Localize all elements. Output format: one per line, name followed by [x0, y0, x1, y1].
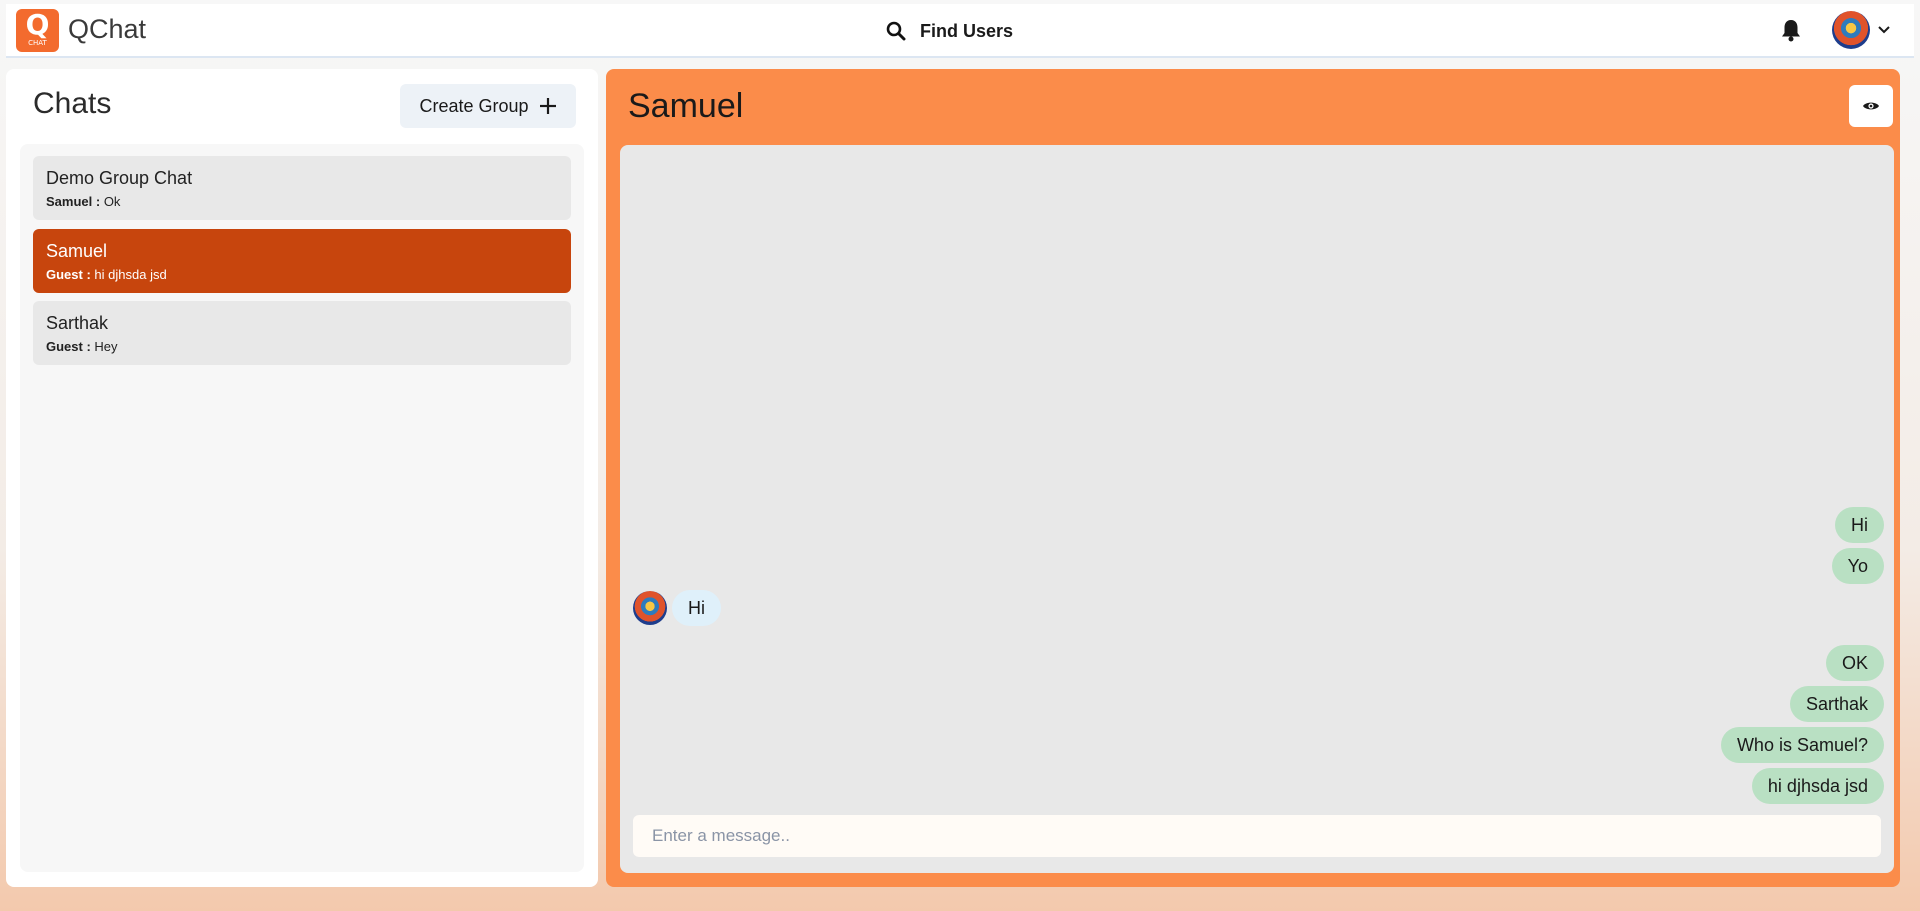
list-item[interactable]: Samuel Guest : hi djhsda jsd — [33, 229, 571, 293]
chat-preview-text: Hey — [94, 339, 118, 354]
chat-name: Demo Group Chat — [46, 168, 193, 188]
message-bubble: hi djhsda jsd — [1751, 768, 1884, 804]
create-group-label: Create Group — [419, 95, 529, 116]
chats-title: Chats — [33, 87, 112, 120]
find-users-button[interactable]: Find Users — [886, 17, 1013, 45]
view-profile-button[interactable] — [1849, 85, 1893, 127]
chat-name: Samuel — [46, 241, 108, 261]
avatar — [1832, 11, 1870, 49]
message-bubble: Hi — [672, 590, 721, 626]
profile-menu-button[interactable] — [1832, 11, 1890, 49]
create-group-button[interactable]: Create Group — [400, 84, 576, 128]
logo-subtext: CHAT — [28, 39, 47, 47]
conversation-title: Samuel — [628, 87, 744, 125]
notifications-button[interactable] — [1780, 18, 1804, 42]
chat-preview: Guest : hi djhsda jsd — [46, 267, 558, 282]
chat-preview: Samuel : Ok — [46, 194, 558, 209]
chat-preview-text: Ok — [103, 194, 121, 209]
search-icon — [886, 21, 906, 41]
message-input[interactable] — [633, 815, 1881, 857]
message-bubble: Hi — [1835, 507, 1884, 543]
app-title: QChat — [68, 14, 147, 44]
chat-preview: Guest : Hey — [46, 339, 558, 354]
list-item[interactable]: Sarthak Guest : Hey — [33, 301, 571, 365]
top-bar: Q CHAT QChat Find Users — [6, 4, 1914, 58]
bell-icon — [1782, 20, 1800, 42]
list-item[interactable]: Demo Group Chat Samuel : Ok — [33, 156, 571, 220]
logo-letter: Q — [25, 8, 50, 41]
conversation-panel: Samuel Hi Yo Hi OK Sarthak Who is Samuel… — [606, 69, 1900, 887]
message-bubble: OK — [1825, 645, 1884, 681]
chats-sidebar: Chats Create Group Demo Group Chat Samue… — [6, 69, 598, 887]
app-logo[interactable]: Q CHAT — [16, 9, 59, 52]
chat-preview-sender: Samuel : — [46, 194, 101, 209]
chat-preview-text: hi djhsda jsd — [94, 267, 167, 282]
plus-icon — [539, 98, 556, 114]
chevron-down-icon — [1878, 26, 1890, 34]
chat-preview-sender: Guest : — [46, 339, 91, 354]
messages-area: Hi Yo Hi OK Sarthak Who is Samuel? hi dj… — [620, 145, 1894, 873]
message-bubble: Yo — [1831, 548, 1884, 584]
eye-icon — [1863, 102, 1879, 110]
chat-name: Sarthak — [46, 313, 109, 333]
find-users-label: Find Users — [920, 20, 1014, 41]
message-bubble: Who is Samuel? — [1720, 727, 1884, 763]
message-bubble: Sarthak — [1789, 686, 1884, 722]
chat-preview-sender: Guest : — [46, 267, 91, 282]
sender-avatar[interactable] — [633, 591, 667, 625]
chat-list: Demo Group Chat Samuel : Ok Samuel Guest… — [20, 144, 584, 872]
